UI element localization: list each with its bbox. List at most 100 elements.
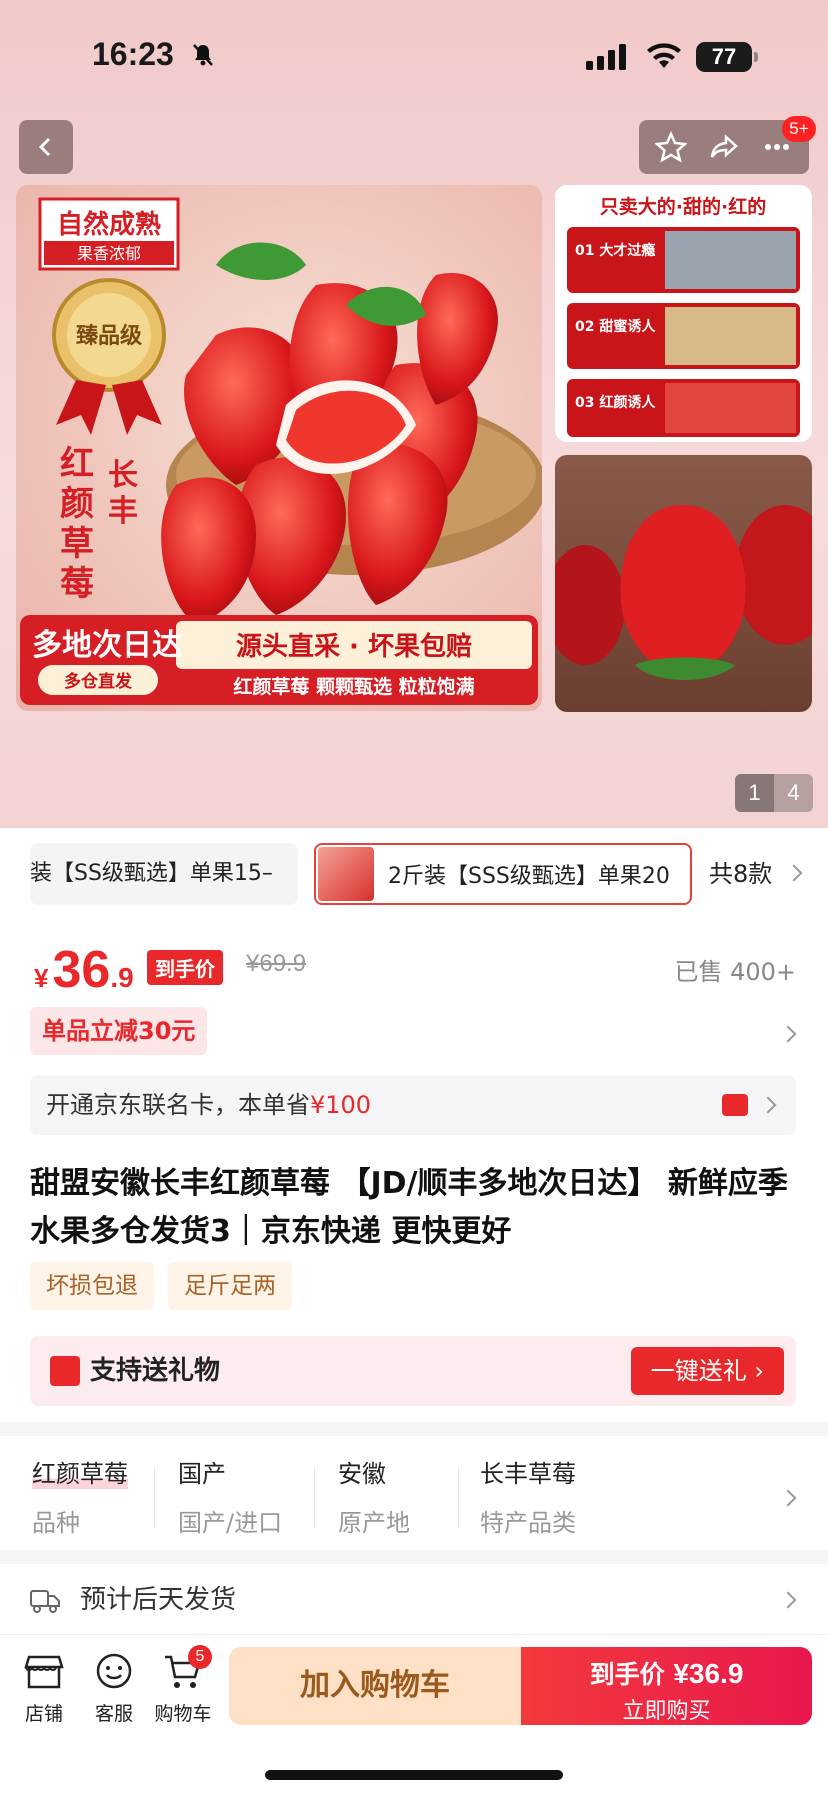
buy-now-price-value: ¥36.9: [673, 1658, 744, 1689]
chevron-right-icon: [785, 864, 803, 882]
pager-total: 4: [774, 774, 813, 812]
sold-count: 已售 400+: [674, 958, 796, 986]
gift-text: 支持送礼物: [90, 1356, 221, 1386]
variant-option-1[interactable]: 装【SS级甄选】单果15–: [30, 843, 298, 905]
strawberry-banner-image: 自然成熟 果香浓郁 臻品级 红颜草莓 长丰 多地次日达 多仓直发 源头直采 · …: [20, 197, 542, 705]
banner-bottom-right-sub: 红颜草莓 颗颗甄选 粒粒饱满: [233, 675, 474, 698]
service-tags: 坏损包退 足斤足两: [30, 1262, 292, 1310]
cart-label: 购物车: [154, 1703, 212, 1725]
credit-card-offer[interactable]: 开通京东联名卡，本单省¥100: [30, 1075, 796, 1135]
variant-thumbnail: [318, 847, 374, 901]
attr-origin: 安徽 原产地: [338, 1454, 410, 1538]
service-tag: 坏损包退: [30, 1262, 154, 1310]
truck-icon: [30, 1588, 60, 1618]
banner-bottom-left: 多地次日达: [32, 628, 182, 663]
card-icon: [722, 1094, 748, 1116]
product-title: 甜盟安徽长丰红颜草莓 【JD/顺丰多地次日达】 新鲜应季水果多仓发货3｜京东快递…: [30, 1166, 788, 1249]
variant-count: 共8款: [709, 860, 773, 888]
attr-value: 长丰草莓: [480, 1460, 576, 1488]
service-tag: 足斤足两: [168, 1262, 292, 1310]
attr-key: 品种: [32, 1509, 80, 1537]
notification-badge: 5+: [782, 116, 816, 142]
card-offer-amount: ¥100: [310, 1091, 372, 1119]
battery-indicator: 77: [696, 42, 758, 72]
shop-button[interactable]: 店铺: [11, 1653, 77, 1726]
attr-value: 红颜草莓: [32, 1454, 128, 1489]
thumbnail-image-1[interactable]: 只卖大的·甜的·红的 01 大才过瘾 02 甜蜜诱人 03 红颜诱人: [555, 185, 812, 442]
chevron-right-icon: [779, 1489, 797, 1507]
buy-now-label: 立即购买: [622, 1699, 711, 1724]
send-gift-button[interactable]: 一键送礼 ›: [630, 1347, 784, 1395]
shipping-info[interactable]: 预计后天发货: [0, 1568, 828, 1632]
attr-key: 国产/进口: [178, 1509, 283, 1537]
side-item-3: 03 红颜诱人: [575, 394, 656, 411]
shop-label: 店铺: [24, 1703, 63, 1725]
variant-count-button[interactable]: 共8款: [709, 843, 803, 905]
attr-variety: 红颜草莓 品种: [32, 1454, 128, 1538]
chevron-left-icon: [38, 137, 51, 157]
side-item-1: 01 大才过瘾: [575, 242, 655, 259]
add-to-cart-button[interactable]: 加入购物车: [229, 1647, 521, 1725]
card-offer-text: 开通京东联名卡，本单省¥100: [46, 1075, 371, 1135]
buy-now-button[interactable]: 到手价 ¥36.9 立即购买: [521, 1647, 812, 1725]
banner-top-title: 自然成熟: [57, 209, 161, 240]
chevron-right-icon: [759, 1096, 777, 1114]
feature-thumbnail: 只卖大的·甜的·红的 01 大才过瘾 02 甜蜜诱人 03 红颜诱人: [567, 195, 800, 437]
customer-service-button[interactable]: 客服: [81, 1653, 147, 1726]
divider: [314, 1468, 315, 1528]
attr-origin-type: 国产 国产/进口: [178, 1454, 282, 1538]
price-display: ¥ 36 .9: [34, 940, 134, 1000]
promo-badge[interactable]: 单品立减30元: [30, 1007, 208, 1055]
share-button[interactable]: [703, 126, 745, 168]
strawberry-closeup-image: [555, 505, 812, 680]
gift-section: 支持送礼物 一键送礼 ›: [30, 1336, 796, 1406]
divider: [154, 1468, 155, 1528]
product-attributes[interactable]: 红颜草莓 品种 国产 国产/进口 安徽 原产地 长丰草莓 特产品类: [0, 1440, 828, 1540]
chevron-right-icon: [779, 1591, 797, 1609]
section-divider: [0, 1550, 828, 1564]
product-gallery[interactable]: 16:23 77 5+ 自然成熟 果香浓郁 臻品级 红颜草莓 长丰 多地次日达 …: [0, 0, 828, 828]
thumbnail-image-2[interactable]: [555, 455, 812, 712]
side-item-2: 02 甜蜜诱人: [575, 318, 656, 335]
price-decimal: .9: [110, 962, 134, 993]
original-price: ¥69.9: [246, 950, 307, 977]
star-icon: [655, 131, 688, 163]
variant-option-2-selected[interactable]: 2斤装【SSS级甄选】单果20: [314, 843, 692, 905]
chat-icon: [96, 1653, 132, 1689]
favorite-button[interactable]: [650, 126, 692, 168]
signal-icon: [586, 44, 630, 74]
attr-category: 长丰草莓 特产品类: [480, 1454, 576, 1538]
attr-value: 安徽: [338, 1460, 386, 1488]
card-offer-label: 开通京东联名卡，本单省: [46, 1091, 310, 1119]
currency-symbol: ¥: [34, 963, 49, 993]
price-integer: 36: [52, 941, 111, 999]
mute-bell-icon: [190, 42, 216, 72]
divider: [458, 1468, 459, 1528]
variant-option-1-label: 装【SS级甄选】单果15–: [30, 861, 273, 886]
send-gift-label: 一键送礼: [650, 1357, 747, 1385]
shop-icon: [24, 1655, 64, 1689]
banner-top-sub: 果香浓郁: [77, 244, 141, 263]
banner-bottom-right: 源头直采 · 坏果包赔: [236, 631, 472, 662]
service-label: 客服: [94, 1703, 133, 1725]
banner-vertical-title: 红颜草莓: [60, 444, 94, 604]
share-icon: [710, 134, 738, 158]
banner-vertical-sub: 长丰: [108, 458, 138, 529]
main-product-image[interactable]: 自然成熟 果香浓郁 臻品级 红颜草莓 长丰 多地次日达 多仓直发 源头直采 · …: [16, 185, 542, 711]
pager-current: 1: [735, 774, 774, 812]
status-time: 16:23: [92, 36, 174, 72]
buy-now-price-label: 到手价: [589, 1660, 665, 1689]
final-price-tag: 到手价: [147, 950, 223, 985]
section-divider: [0, 1422, 828, 1436]
chevron-right-icon[interactable]: [779, 1025, 797, 1043]
cart-badge: 5: [188, 1645, 212, 1669]
wifi-icon: [645, 40, 683, 74]
image-pager: 1 4: [735, 774, 813, 812]
variant-option-2-label: 2斤装【SSS级甄选】单果20: [388, 864, 670, 889]
shipping-text: 预计后天发货: [80, 1585, 237, 1615]
side-title: 只卖大的·甜的·红的: [600, 195, 766, 218]
home-indicator: [265, 1770, 563, 1780]
status-bar: 16:23 77: [0, 36, 828, 80]
back-button[interactable]: [19, 120, 73, 174]
gift-icon: [50, 1356, 80, 1386]
